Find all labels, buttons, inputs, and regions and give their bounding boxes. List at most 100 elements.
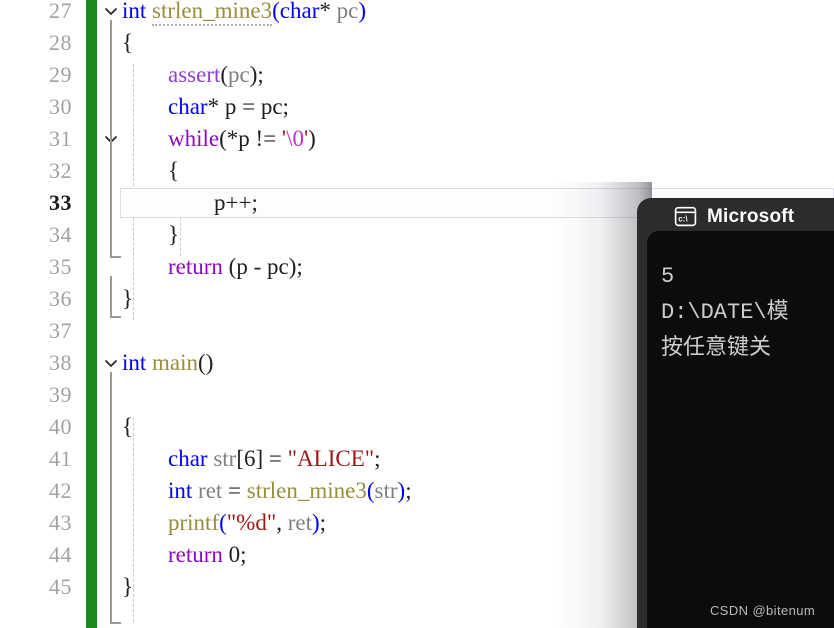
code-line[interactable]: p++;: [214, 187, 258, 219]
console-output: 5 D:\DATE\模 按任意键关: [661, 259, 834, 367]
code-token: !=: [249, 126, 282, 151]
code-token: str: [213, 446, 237, 471]
line-number: 38: [49, 350, 72, 375]
code-token: pc: [267, 254, 289, 279]
indent-guide: [133, 418, 134, 622]
code-token: ,: [276, 510, 288, 535]
code-token: int: [122, 0, 147, 23]
code-token: printf: [168, 510, 220, 535]
code-token: p: [224, 94, 237, 119]
console-tab[interactable]: c:\ Microsoft: [673, 202, 794, 231]
line-number: 29: [49, 62, 72, 87]
console-output-line: D:\DATE\模: [661, 300, 789, 325]
code-line[interactable]: }: [122, 283, 133, 315]
scope-guide-line: [110, 276, 112, 316]
line-number: 37: [49, 318, 72, 343]
code-token: return: [168, 542, 223, 567]
code-token: "%d": [226, 510, 277, 535]
code-line[interactable]: while(*p != '\0'): [168, 123, 316, 155]
code-line[interactable]: char str[6] = "ALICE";: [168, 443, 381, 475]
code-token: str: [374, 478, 398, 503]
line-number: 42: [49, 478, 72, 503]
code-token: "ALICE": [287, 446, 375, 471]
code-line[interactable]: int main(): [122, 347, 213, 379]
code-line[interactable]: int strlen_mine3(char* pc): [122, 0, 366, 27]
code-token: while: [168, 126, 220, 151]
code-token: (): [198, 350, 214, 375]
code-line[interactable]: }: [168, 219, 179, 251]
line-number: 31: [49, 126, 72, 151]
line-number: 35: [49, 254, 72, 279]
code-token: ] =: [255, 446, 288, 471]
code-token: =: [236, 94, 261, 119]
code-line[interactable]: char* p = pc;: [168, 91, 289, 123]
code-token: ret: [287, 510, 312, 535]
code-token: ): [358, 0, 367, 23]
code-line[interactable]: {: [168, 155, 179, 187]
code-token: pc: [336, 0, 359, 23]
code-token: ;: [240, 542, 247, 567]
line-number: 45: [49, 574, 72, 599]
line-number: 32: [49, 158, 72, 183]
code-token: ;: [405, 478, 412, 503]
code-token: return: [168, 254, 223, 279]
code-token: char: [168, 94, 208, 119]
code-token: }: [122, 286, 134, 311]
code-line[interactable]: int ret = strlen_mine3(str);: [168, 475, 412, 507]
code-token: p++;: [214, 190, 258, 215]
line-number: 28: [49, 30, 72, 55]
code-token: p: [236, 254, 248, 279]
console-title-label: Microsoft: [707, 205, 795, 227]
code-token: );: [288, 254, 303, 279]
code-token: }: [168, 222, 180, 247]
console-output-line: 按任意键关: [661, 336, 772, 361]
code-token: 0: [228, 542, 241, 567]
code-token: char: [279, 0, 320, 23]
code-token: assert: [168, 62, 221, 87]
code-token: \0: [286, 126, 304, 151]
line-number: 41: [49, 446, 72, 471]
code-token: -: [247, 254, 268, 279]
watermark: CSDN @bitenum: [710, 603, 816, 618]
svg-text:c:\: c:\: [678, 215, 688, 224]
code-token: strlen_mine3: [152, 0, 273, 26]
code-line[interactable]: {: [122, 27, 133, 59]
scope-guide-end: [110, 622, 121, 624]
console-body[interactable]: 5 D:\DATE\模 按任意键关: [647, 231, 834, 628]
line-number: 36: [49, 286, 72, 311]
code-token: pc: [260, 94, 283, 119]
code-token: (: [366, 478, 375, 503]
code-token: }: [122, 574, 134, 599]
line-number: 40: [49, 414, 72, 439]
code-line[interactable]: return 0;: [168, 539, 247, 571]
line-number: 43: [49, 510, 72, 535]
code-line[interactable]: assert(pc);: [168, 59, 264, 91]
code-token: *: [319, 0, 331, 23]
code-token: );: [249, 62, 264, 87]
code-token: ): [308, 126, 316, 151]
line-number: 27: [49, 0, 72, 23]
code-token: ret: [198, 478, 223, 503]
code-token: [: [236, 446, 244, 471]
screenshot-root: 27 28 29 30 31 32 33 34 35 36 37 38 39 40 41 42 43 44 45 i…: [0, 0, 834, 628]
code-line[interactable]: return (p - pc);: [168, 251, 303, 283]
console-window[interactable]: 5 D:\DATE\模 按任意键关 c:\ Microsoft: [637, 198, 834, 628]
code-token: {: [168, 158, 180, 183]
code-token: p: [238, 126, 250, 151]
code-token: (: [272, 0, 280, 23]
code-token: main: [152, 350, 199, 375]
code-token: ;: [319, 510, 327, 535]
code-token: 6: [244, 446, 256, 471]
line-number: 30: [49, 94, 72, 119]
code-token: pc: [228, 62, 250, 87]
code-token: ;: [282, 94, 289, 119]
code-token: *: [207, 94, 225, 119]
code-line[interactable]: }: [122, 571, 133, 603]
command-prompt-icon: c:\: [673, 204, 698, 229]
scope-guide-end: [110, 316, 121, 318]
code-line[interactable]: printf("%d", ret);: [168, 507, 326, 539]
line-number: 39: [49, 382, 72, 407]
code-line[interactable]: {: [122, 411, 133, 443]
code-token: ): [311, 510, 320, 535]
code-token: int: [168, 478, 193, 503]
